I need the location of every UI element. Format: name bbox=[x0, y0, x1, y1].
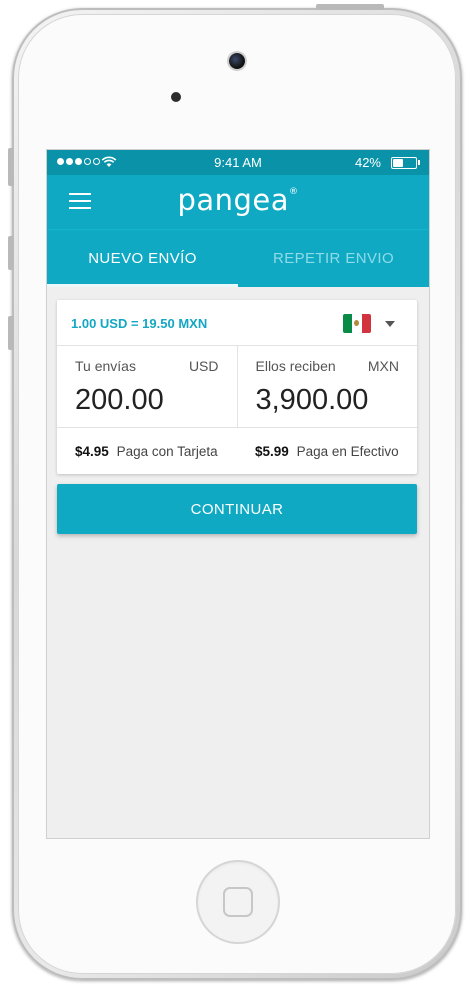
app-bar: pangea® bbox=[47, 175, 429, 229]
battery-percent: 42% bbox=[354, 155, 381, 170]
tab-bar: NUEVO ENVÍO REPETIR ENVIO bbox=[47, 229, 429, 287]
exchange-rate: 1.00 USD = 19.50 MXN bbox=[71, 316, 208, 331]
home-button[interactable] bbox=[196, 860, 280, 944]
fee-row: $4.95 Paga con Tarjeta $5.99 Paga en Efe… bbox=[57, 428, 417, 474]
app-logo: pangea® bbox=[47, 183, 429, 217]
fee-cash: $5.99 Paga en Efectivo bbox=[237, 444, 417, 459]
send-currency: USD bbox=[188, 358, 219, 374]
receive-label: Ellos reciben bbox=[255, 358, 336, 374]
front-camera bbox=[229, 53, 245, 69]
app-screen: 9:41 AM 42% pangea® NUEVO ENVÍO REPETIR … bbox=[47, 150, 429, 838]
volume-down-button bbox=[8, 316, 14, 350]
send-label: Tu envías bbox=[75, 358, 136, 374]
volume-up-button bbox=[8, 236, 14, 270]
battery-fill bbox=[393, 159, 404, 167]
power-button bbox=[316, 4, 384, 10]
battery-tip bbox=[418, 160, 420, 165]
country-selector[interactable] bbox=[343, 314, 395, 333]
continue-button[interactable]: CONTINUAR bbox=[57, 484, 417, 534]
fee-cash-label: Paga en Efectivo bbox=[296, 443, 399, 459]
transfer-card: 1.00 USD = 19.50 MXN Tu envías USD 200.0… bbox=[57, 300, 417, 474]
fee-cash-amount: $5.99 bbox=[255, 443, 289, 459]
fee-card-label: Paga con Tarjeta bbox=[116, 443, 218, 459]
battery-icon bbox=[391, 157, 417, 169]
receive-amount: 3,900.00 bbox=[255, 384, 369, 416]
send-amount-field[interactable]: Tu envías USD 200.00 bbox=[57, 346, 237, 427]
status-bar: 9:41 AM 42% bbox=[47, 150, 429, 175]
tab-repetir-envio[interactable]: REPETIR ENVIO bbox=[238, 230, 429, 287]
tab-nuevo-envio[interactable]: NUEVO ENVÍO bbox=[47, 230, 238, 287]
send-amount: 200.00 bbox=[75, 384, 164, 416]
mute-switch bbox=[8, 148, 14, 186]
receive-currency: MXN bbox=[367, 358, 399, 374]
home-square-icon bbox=[223, 887, 253, 917]
exchange-rate-row: 1.00 USD = 19.50 MXN bbox=[57, 300, 417, 346]
fee-card: $4.95 Paga con Tarjeta bbox=[57, 444, 237, 459]
fee-card-amount: $4.95 bbox=[75, 443, 109, 459]
amount-row: Tu envías USD 200.00 Ellos reciben MXN 3… bbox=[57, 346, 417, 428]
logo-text: pangea bbox=[177, 183, 290, 217]
mexico-flag-icon bbox=[343, 314, 371, 333]
chevron-down-icon bbox=[385, 320, 395, 327]
receive-amount-field[interactable]: Ellos reciben MXN 3,900.00 bbox=[236, 346, 418, 427]
proximity-sensor bbox=[171, 92, 181, 102]
logo-registered-mark: ® bbox=[289, 187, 299, 197]
